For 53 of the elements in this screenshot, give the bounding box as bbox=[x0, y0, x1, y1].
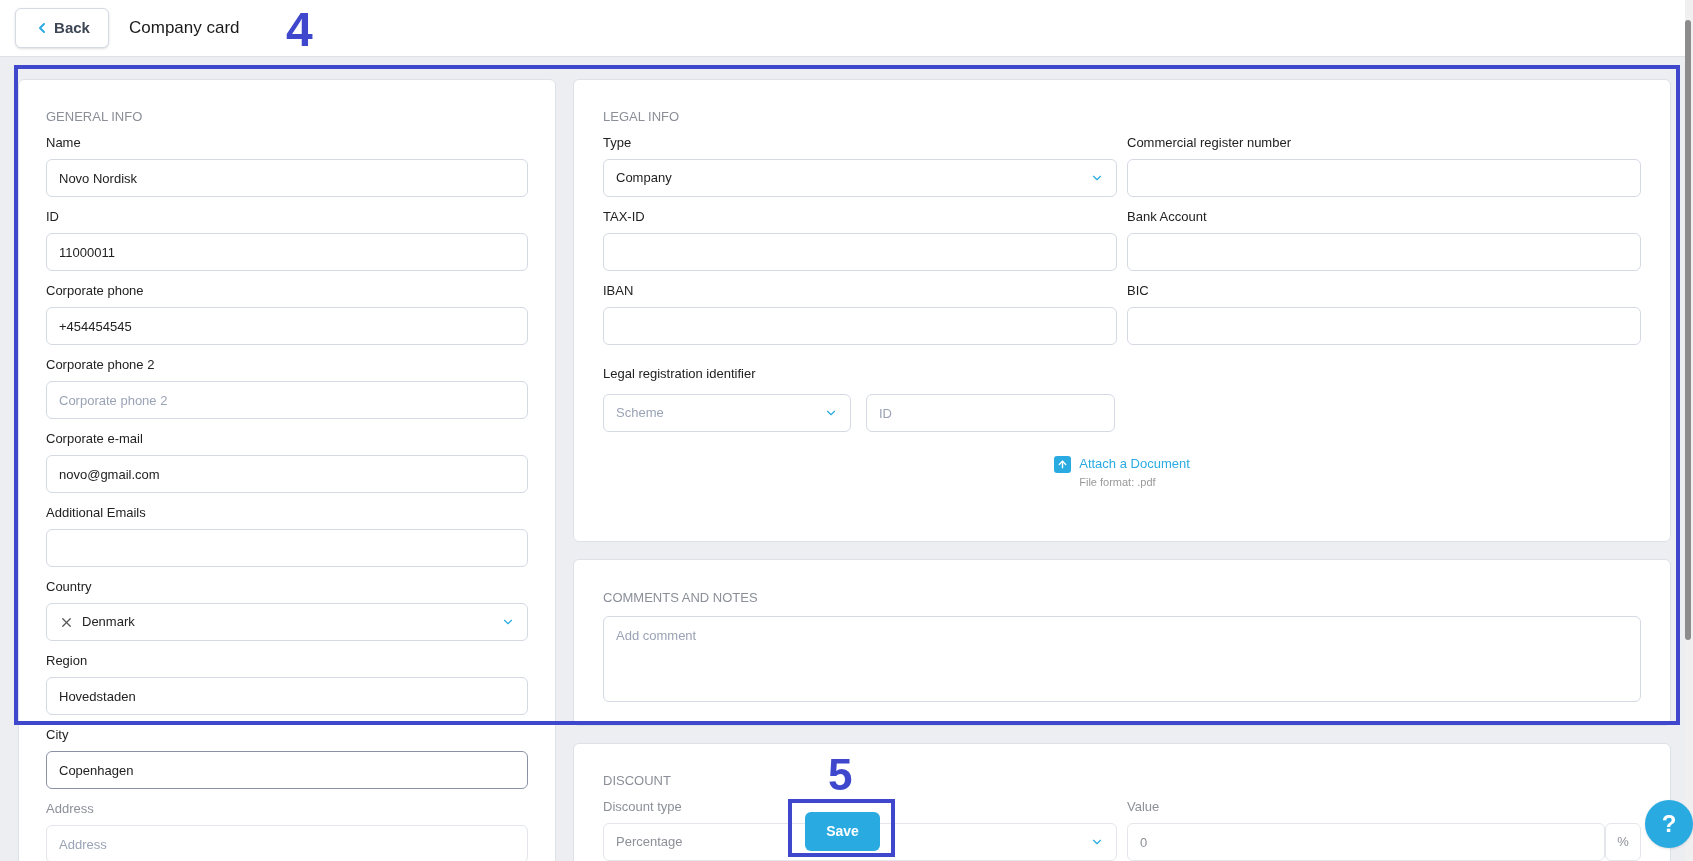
field-label: Bank Account bbox=[1127, 209, 1207, 225]
field-label: Additional Emails bbox=[46, 505, 146, 521]
field-label: TAX-ID bbox=[603, 209, 645, 225]
field-label: Legal registration identifier bbox=[603, 366, 756, 382]
select-field[interactable]: Company bbox=[603, 159, 1117, 197]
field-label: Address bbox=[46, 801, 94, 817]
input-field[interactable] bbox=[1127, 233, 1641, 271]
file-format-note: File format: .pdf bbox=[1079, 474, 1156, 490]
input-field[interactable] bbox=[1127, 159, 1641, 197]
field-label: Discount type bbox=[603, 799, 682, 815]
input-field[interactable]: ID bbox=[866, 394, 1115, 432]
back-button[interactable]: Back bbox=[15, 8, 109, 48]
input-field[interactable]: 11000011 bbox=[46, 233, 528, 271]
field-label: Type bbox=[603, 135, 632, 151]
input-field[interactable]: Address bbox=[46, 825, 528, 861]
scrollbar[interactable] bbox=[1685, 0, 1693, 861]
input-field[interactable]: Novo Nordisk bbox=[46, 159, 528, 197]
input-field[interactable] bbox=[603, 307, 1117, 345]
input-field[interactable]: novo@gmail.com bbox=[46, 455, 528, 493]
page-title: Company card bbox=[129, 17, 240, 40]
select-value: Percentage bbox=[616, 833, 684, 852]
annotation-number: 4 bbox=[286, 4, 313, 56]
input-field[interactable] bbox=[603, 233, 1117, 271]
section-heading: LEGAL INFO bbox=[603, 109, 680, 125]
field-label: IBAN bbox=[603, 283, 634, 299]
select-value: Scheme bbox=[616, 404, 665, 423]
field-label: Value bbox=[1127, 799, 1160, 815]
select-value: Denmark bbox=[82, 613, 136, 632]
field-label: Corporate phone 2 bbox=[46, 357, 155, 373]
section-heading: DISCOUNT bbox=[603, 773, 671, 789]
input-field[interactable] bbox=[1127, 307, 1641, 345]
field-label: Corporate e-mail bbox=[46, 431, 143, 447]
input-field[interactable]: +454454545 bbox=[46, 307, 528, 345]
annotation-number: 5 bbox=[828, 752, 853, 798]
field-label: City bbox=[46, 727, 69, 743]
field-label: BIC bbox=[1127, 283, 1149, 299]
input-field[interactable]: Hovedstaden bbox=[46, 677, 528, 715]
input-field[interactable] bbox=[46, 529, 528, 567]
section-heading: GENERAL INFO bbox=[46, 109, 143, 125]
field-label: Corporate phone bbox=[46, 283, 144, 299]
comment-field[interactable]: Add comment bbox=[603, 616, 1641, 702]
section-heading: COMMENTS AND NOTES bbox=[603, 590, 758, 606]
input-field[interactable]: Corporate phone 2 bbox=[46, 381, 528, 419]
input-field[interactable]: Copenhagen bbox=[46, 751, 528, 789]
field-label: Region bbox=[46, 653, 88, 669]
field-label: Name bbox=[46, 135, 81, 151]
percent-suffix: % bbox=[1605, 823, 1641, 861]
select-value: Company bbox=[616, 169, 673, 188]
field-label: ID bbox=[46, 209, 59, 225]
field-label: Commercial register number bbox=[1127, 135, 1291, 151]
field-label: Country bbox=[46, 579, 92, 595]
upload-icon[interactable] bbox=[1054, 456, 1072, 473]
select-field[interactable]: Denmark bbox=[46, 603, 528, 641]
